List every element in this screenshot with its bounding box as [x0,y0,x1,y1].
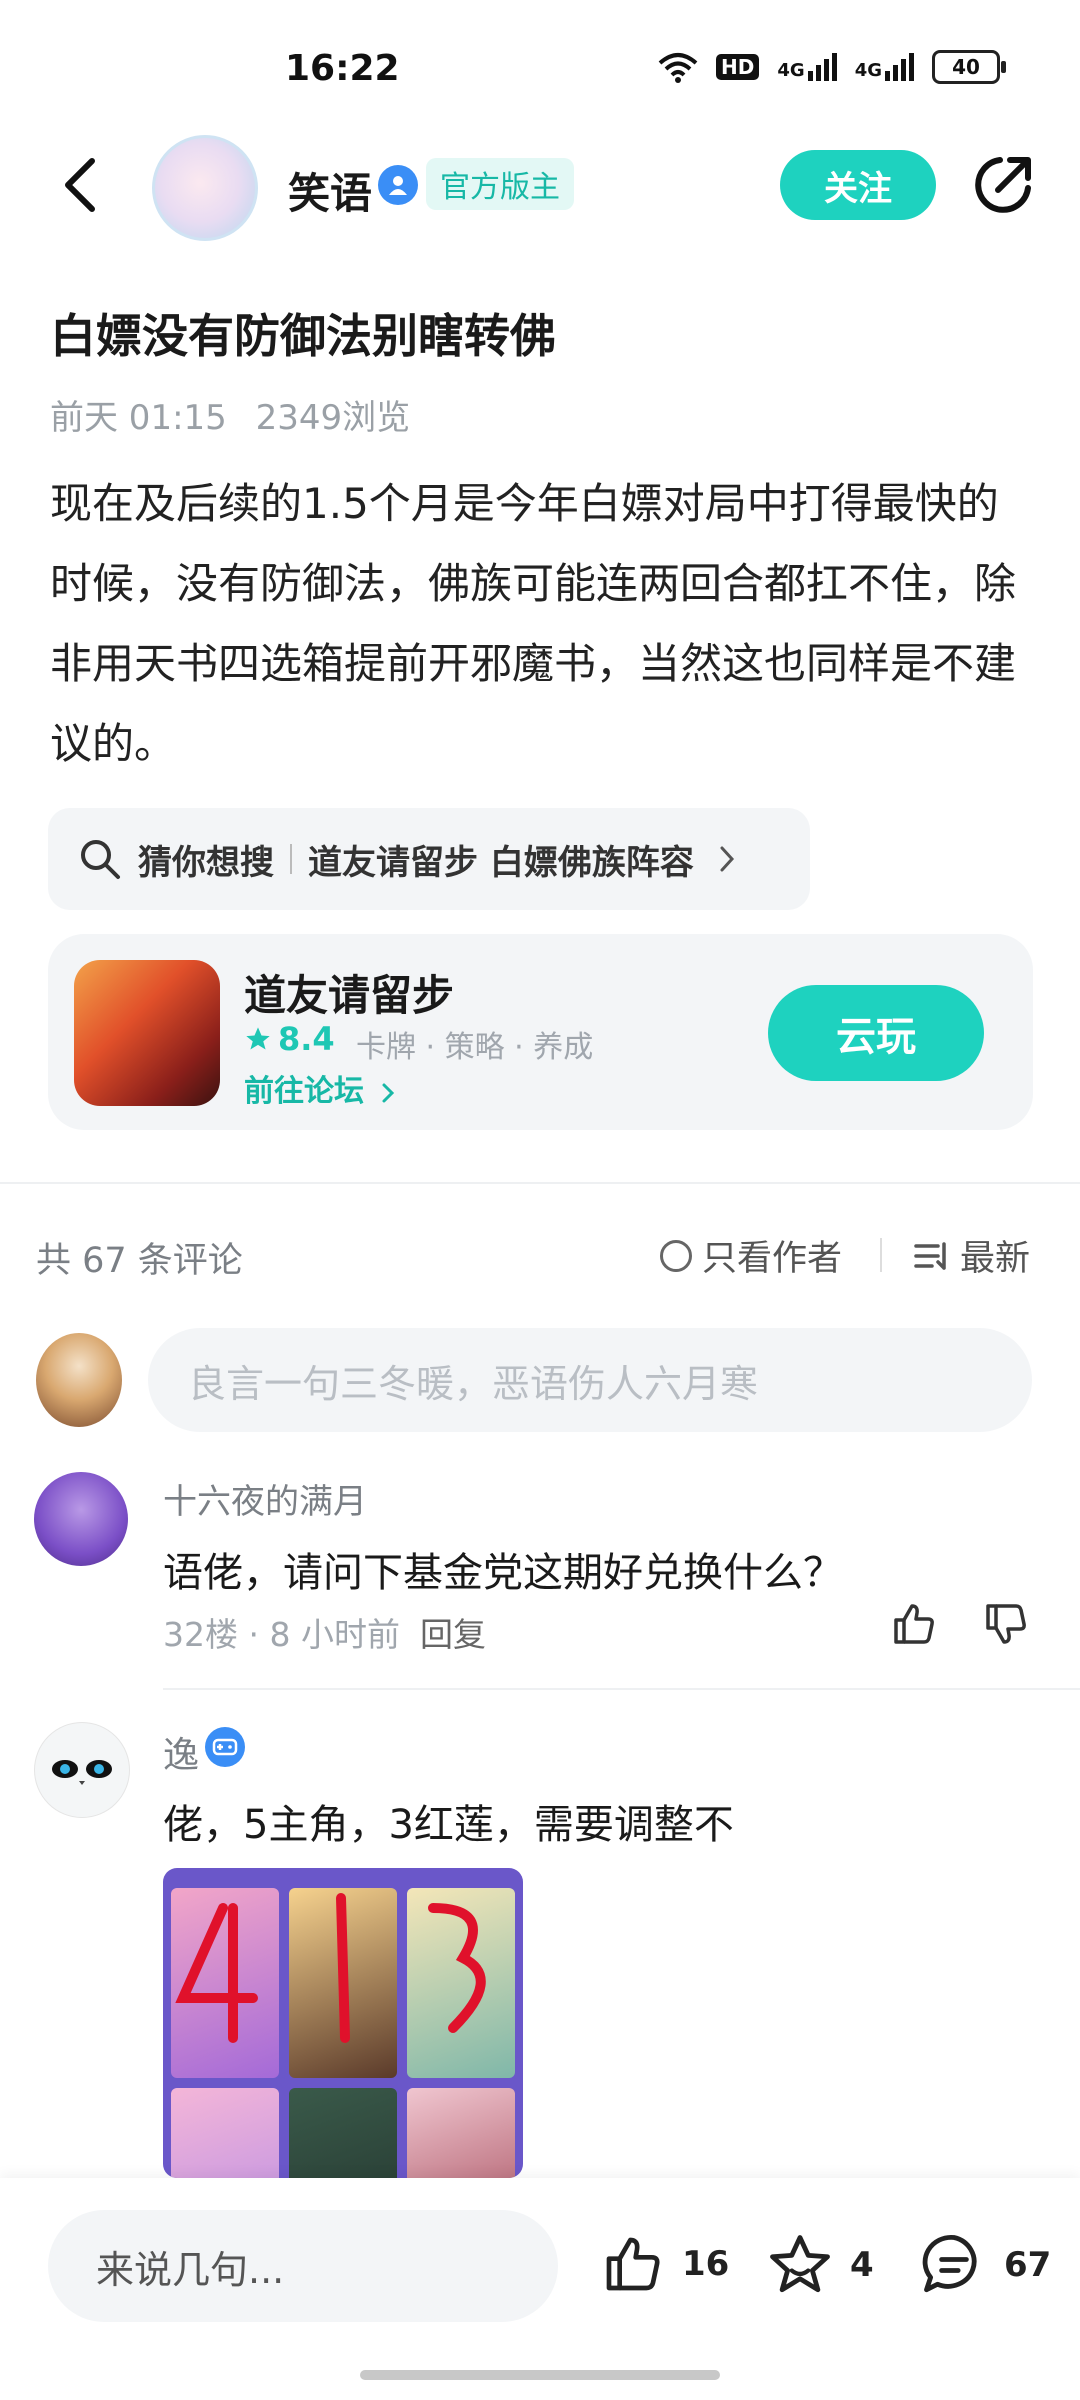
post-views: 2349浏览 [255,398,411,438]
status-icons: HD 4G 4G 40 [658,50,1006,84]
dislike-button[interactable] [982,1600,1030,1648]
sort-button[interactable]: 最新 [914,1230,1030,1281]
signal-icon-2: 4G [855,53,914,81]
chevron-right-icon [382,1083,395,1102]
verified-icon [378,165,418,205]
comment-avatar[interactable] [34,1722,130,1818]
comment-author[interactable]: 十六夜的满月 [163,1474,367,1523]
favorite-button[interactable]: 4 [766,2232,874,2298]
game-icon[interactable] [74,960,220,1106]
star-icon [770,2235,830,2293]
comment-text: 佬，5主角，3红莲，需要调整不 [163,1802,734,1848]
cat-avatar-icon [52,1760,112,1785]
comment-count: 共 67 条评论 [36,1241,243,1281]
post-body: 现在及后续的1.5个月是今年白嫖对局中打得最快的时候，没有防御法，佛族可能连两回… [50,479,1017,768]
like-post-button[interactable]: 16 [600,2232,729,2296]
search-hint-query: 道友请留步 白嫖佛族阵容 [308,842,694,883]
status-time: 16:22 [285,48,400,89]
author-avatar[interactable] [152,135,258,241]
thumbs-up-icon [894,1604,934,1644]
reply-button[interactable]: 回复 [420,1608,486,1656]
divider [163,1688,1080,1690]
author-only-toggle[interactable]: 只看作者 [660,1230,842,1281]
search-icon [81,840,120,879]
thumbs-down-icon [986,1604,1026,1644]
share-icon [975,157,1031,213]
handwritten-annotation [175,1893,486,2043]
comment-image[interactable] [163,1868,523,2178]
comment-input[interactable]: 良言一句三冬暖，恶语伤人六月寒 [148,1328,1032,1432]
like-count: 16 [682,2244,730,2284]
thumbs-up-icon [606,2237,660,2291]
search-hint-label: 猜你想搜 [138,842,274,883]
comments-count: 67 [1004,2245,1052,2285]
wifi-icon [658,53,698,83]
game-rating: 8.4 [244,1020,335,1058]
reply-input[interactable]: 来说几句... [48,2210,558,2322]
moderator-badge: 官方版主 [426,158,574,210]
forum-link[interactable]: 前往论坛 [244,1066,396,1110]
home-indicator[interactable] [360,2370,720,2380]
radio-icon [660,1239,692,1272]
back-button[interactable] [50,152,110,218]
cloud-play-button[interactable]: 云玩 [768,985,984,1081]
divider [880,1238,882,1272]
game-name[interactable]: 道友请留步 [244,962,454,1023]
game-badge-icon [205,1727,245,1767]
comment-author[interactable]: 逸 [163,1726,199,1778]
battery-icon: 40 [932,50,1006,84]
chevron-left-icon [65,158,95,212]
post-title: 白嫖没有防御法别瞎转佛 [50,309,556,363]
like-button[interactable] [890,1600,938,1648]
author-name[interactable]: 笑语 [288,160,372,221]
comment-avatar[interactable] [34,1472,128,1566]
game-tags: 卡牌 · 策略 · 养成 [356,1030,594,1065]
hd-icon: HD [716,54,760,80]
comment-text: 语佬，请问下基金党这期好兑换什么？ [163,1550,843,1596]
signal-icon-1: 4G [777,53,837,81]
favorite-count: 4 [850,2245,874,2285]
chat-bubble-icon [922,2234,977,2293]
star-icon [246,1027,270,1050]
search-suggestion[interactable]: 猜你想搜 道友请留步 白嫖佛族阵容 [48,808,810,910]
divider [0,1182,1080,1184]
share-button[interactable] [970,152,1036,218]
sort-icon [914,1241,946,1270]
chevron-right-icon [720,846,734,872]
my-avatar [36,1333,122,1427]
comments-button[interactable]: 67 [920,2232,1051,2298]
follow-button[interactable]: 关注 [780,150,936,220]
comment-meta: 32楼 · 8 小时前 [163,1615,400,1654]
post-time: 前天 01:15 [50,398,227,438]
post-meta: 前天 01:15 2349浏览 [50,390,410,439]
